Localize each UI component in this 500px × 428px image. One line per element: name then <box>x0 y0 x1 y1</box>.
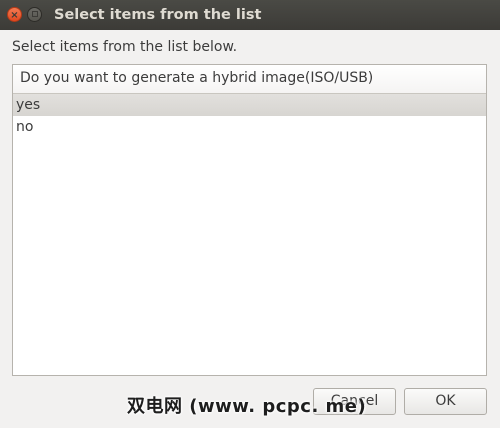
window-title: Select items from the list <box>54 7 262 23</box>
maximize-icon[interactable] <box>27 7 42 22</box>
watermark: 双电网 (www. pcpc. me) <box>127 396 367 417</box>
column-header[interactable]: Do you want to generate a hybrid image(I… <box>13 65 486 94</box>
dialog-prompt: Select items from the list below. <box>12 39 238 55</box>
close-icon[interactable]: × <box>7 7 22 22</box>
ok-button[interactable]: OK <box>404 388 487 415</box>
list-item-no[interactable]: no <box>13 116 486 138</box>
list-item-yes[interactable]: yes <box>13 94 486 116</box>
title-bar: × Select items from the list <box>0 0 500 30</box>
items-list[interactable]: Do you want to generate a hybrid image(I… <box>12 64 487 376</box>
